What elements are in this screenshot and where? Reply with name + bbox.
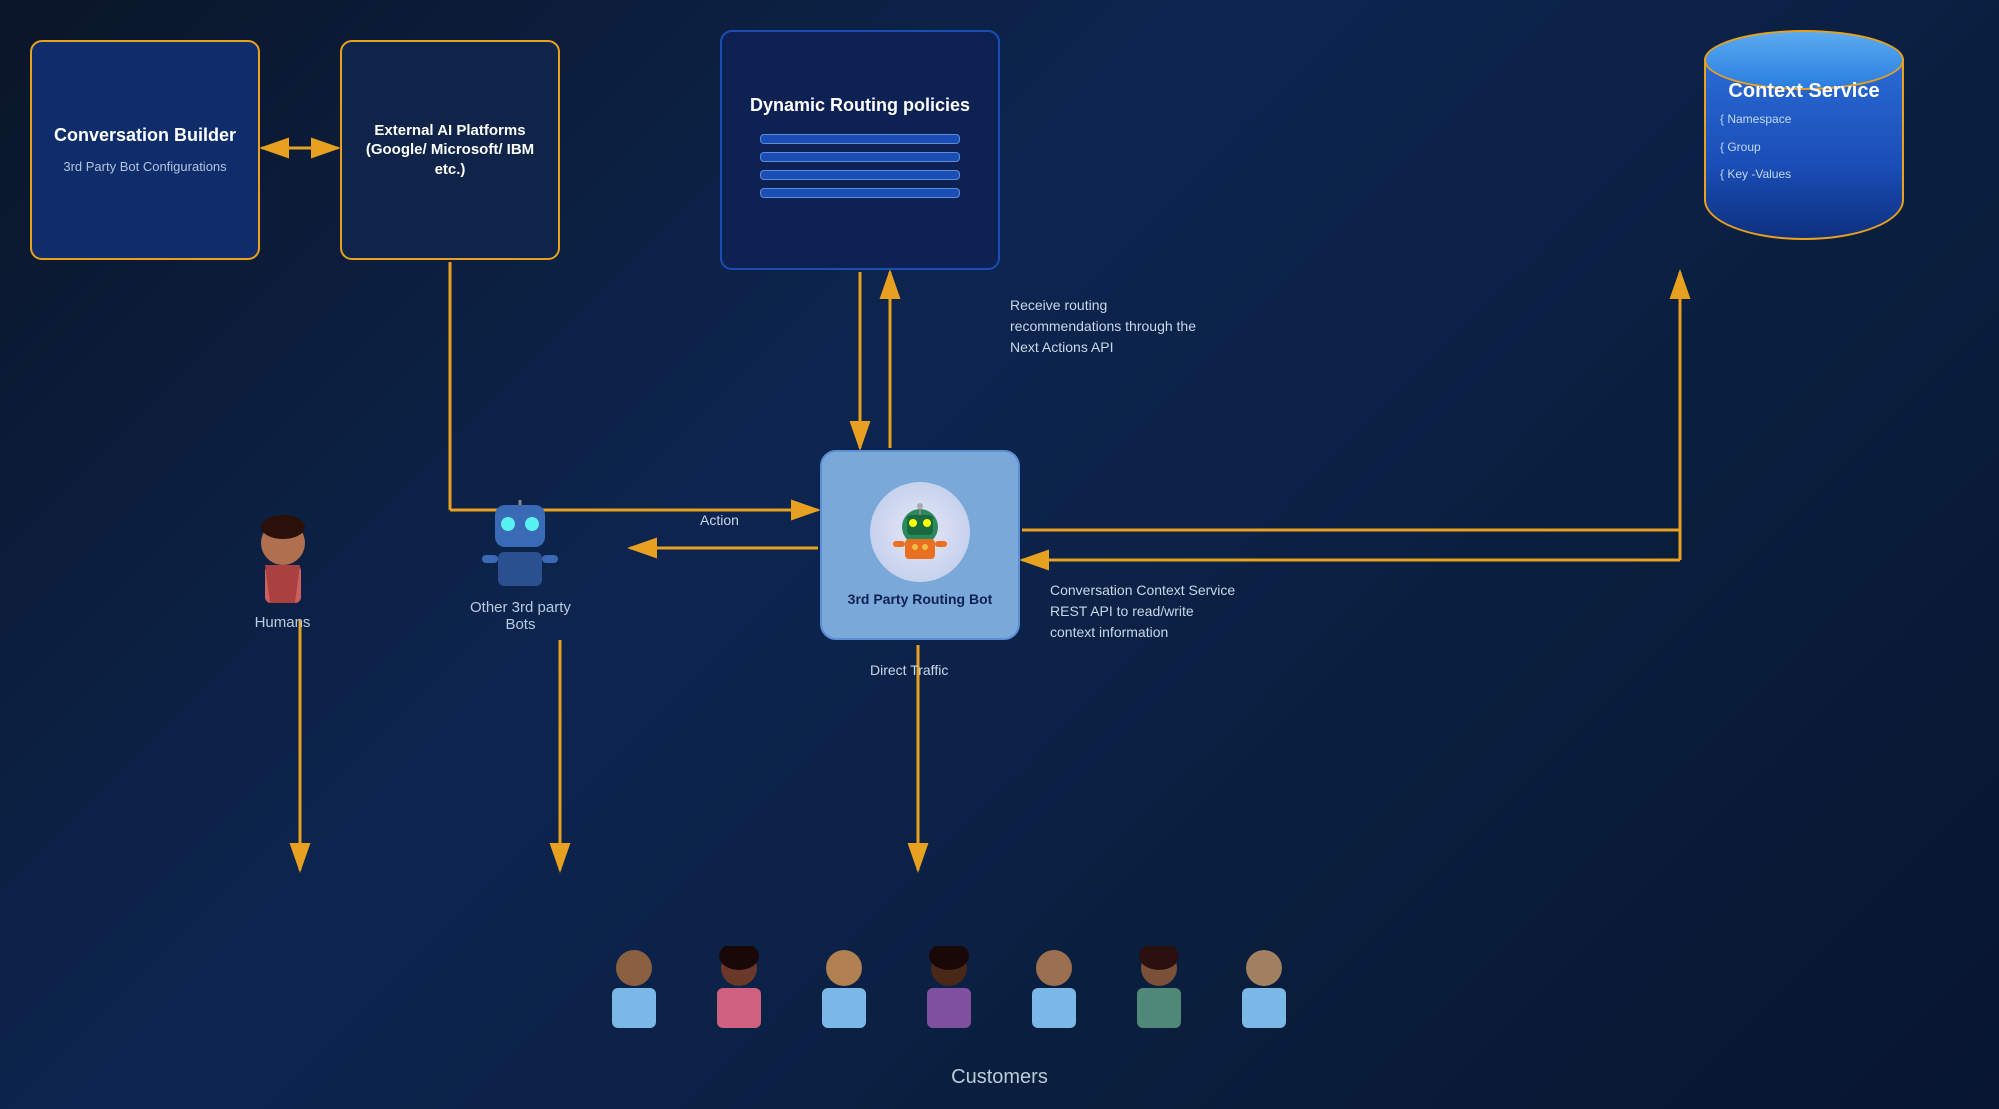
other-bots-label: Other 3rd party Bots xyxy=(470,599,571,633)
customer-5 xyxy=(1022,946,1087,1036)
customer-7-svg xyxy=(1232,946,1297,1036)
conversation-builder-subtitle: 3rd Party Bot Configurations xyxy=(63,158,226,176)
cylinder-content: Context Service { Namespace { Group { Ke… xyxy=(1704,80,1904,186)
routing-bot-box: 3rd Party Routing Bot xyxy=(820,450,1020,640)
customers-section: Customers xyxy=(0,946,1999,1109)
context-service-keyvalues: { Key -Values xyxy=(1704,164,1904,186)
external-ai-title: External AI Platforms (Google/ Microsoft… xyxy=(358,121,542,180)
other-bots-figure: Other 3rd party Bots xyxy=(470,500,571,633)
context-rest-label: Conversation Context Service REST API to… xyxy=(1050,580,1380,643)
customer-7 xyxy=(1232,946,1297,1036)
cylinder-shape: Context Service { Namespace { Group { Ke… xyxy=(1704,30,1904,250)
customer-2 xyxy=(707,946,772,1036)
external-ai-box: External AI Platforms (Google/ Microsoft… xyxy=(340,40,560,260)
action-label: Action xyxy=(700,510,739,531)
human-svg xyxy=(245,515,320,610)
customer-2-svg xyxy=(707,946,772,1036)
humans-figure: Humans xyxy=(245,515,320,631)
bot-svg xyxy=(480,500,560,595)
customer-6 xyxy=(1127,946,1192,1036)
robot-svg xyxy=(885,497,955,567)
customer-4-svg xyxy=(917,946,982,1036)
db-lines xyxy=(760,134,960,206)
routing-bot-title: 3rd Party Routing Bot xyxy=(848,590,993,608)
customer-1-svg xyxy=(602,946,667,1036)
humans-label: Humans xyxy=(255,614,311,631)
context-service-group: { Group xyxy=(1704,137,1904,159)
conversation-builder-box: Conversation Builder 3rd Party Bot Confi… xyxy=(30,40,260,260)
customer-4 xyxy=(917,946,982,1036)
direct-traffic-label: Direct Traffic xyxy=(870,660,948,681)
context-service-title: Context Service xyxy=(1704,80,1904,103)
conversation-builder-title: Conversation Builder xyxy=(54,124,236,147)
diagram-container: Conversation Builder 3rd Party Bot Confi… xyxy=(0,0,1999,1109)
customers-row xyxy=(602,946,1297,1036)
receive-routing-label: Receive routing recommendations through … xyxy=(1010,295,1310,358)
customer-1 xyxy=(602,946,667,1036)
customers-label: Customers xyxy=(951,1066,1048,1089)
db-line-3 xyxy=(760,170,960,180)
robot-icon-circle xyxy=(870,482,970,582)
dynamic-routing-title: Dynamic Routing policies xyxy=(750,94,970,117)
db-line-1 xyxy=(760,134,960,144)
customer-5-svg xyxy=(1022,946,1087,1036)
context-service-namespace: { Namespace xyxy=(1704,109,1904,131)
db-line-2 xyxy=(760,152,960,162)
customer-6-svg xyxy=(1127,946,1192,1036)
customer-3-svg xyxy=(812,946,877,1036)
dynamic-routing-box: Dynamic Routing policies xyxy=(720,30,1000,270)
customer-3 xyxy=(812,946,877,1036)
context-service-cylinder: Context Service { Namespace { Group { Ke… xyxy=(1689,30,1919,270)
db-line-4 xyxy=(760,188,960,198)
